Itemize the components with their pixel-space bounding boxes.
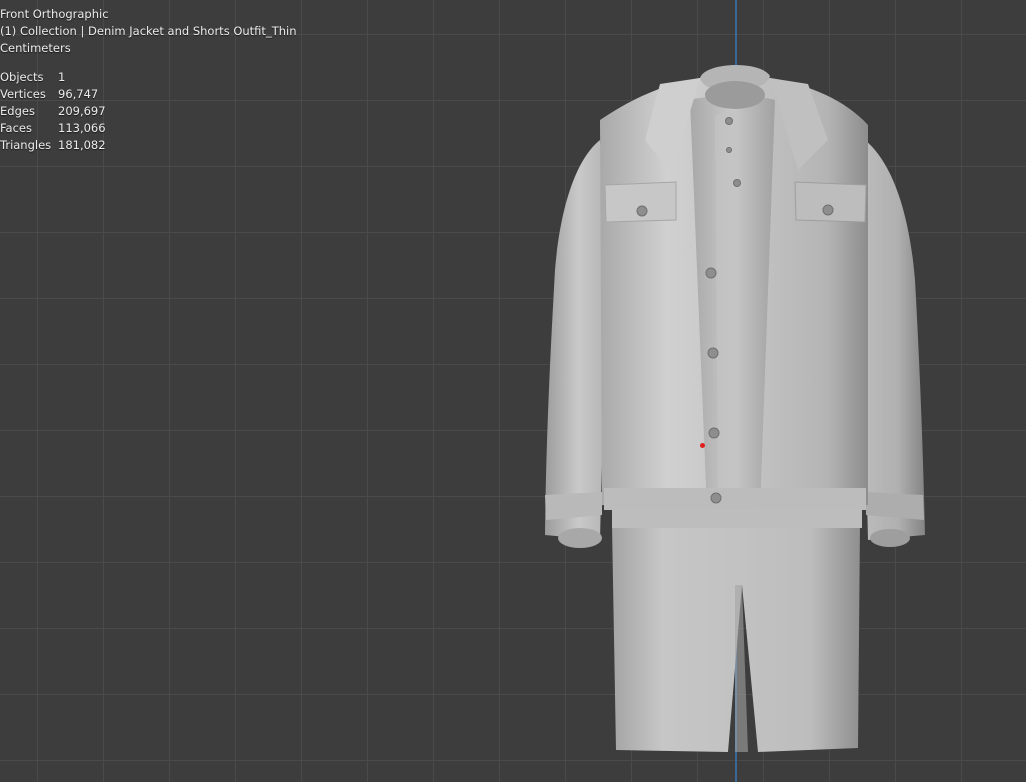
statistics-overlay: Objects 1 Vertices 96,747 Edges 209,697 … [0,69,106,154]
stat-value: 181,082 [58,138,106,152]
stat-row-faces: Faces 113,066 [0,120,106,137]
stat-value: 209,697 [58,104,106,118]
stat-label: Triangles [0,138,52,152]
stat-label: Faces [0,121,32,135]
stat-label: Objects [0,70,44,84]
units-label: Centimeters [0,41,71,55]
stat-value: 1 [58,70,66,84]
stat-row-objects: Objects 1 [0,69,106,86]
stat-value: 113,066 [58,121,106,135]
viewport-info-overlay: Front Orthographic (1) Collection | Deni… [0,6,296,57]
stat-row-triangles: Triangles 181,082 [0,137,106,154]
view-name: Front Orthographic [0,7,109,21]
shorts [612,510,862,752]
object-origin-dot[interactable] [700,443,705,448]
3d-viewport[interactable]: Front Orthographic (1) Collection | Deni… [0,0,1026,782]
stat-value: 96,747 [58,87,99,101]
stat-row-edges: Edges 209,697 [0,103,106,120]
stat-row-vertices: Vertices 96,747 [0,86,106,103]
outfit-mesh[interactable] [0,0,1026,782]
collection-label: (1) Collection | Denim Jacket and Shorts… [0,24,297,38]
stat-label: Edges [0,104,35,118]
stat-label: Vertices [0,87,46,101]
